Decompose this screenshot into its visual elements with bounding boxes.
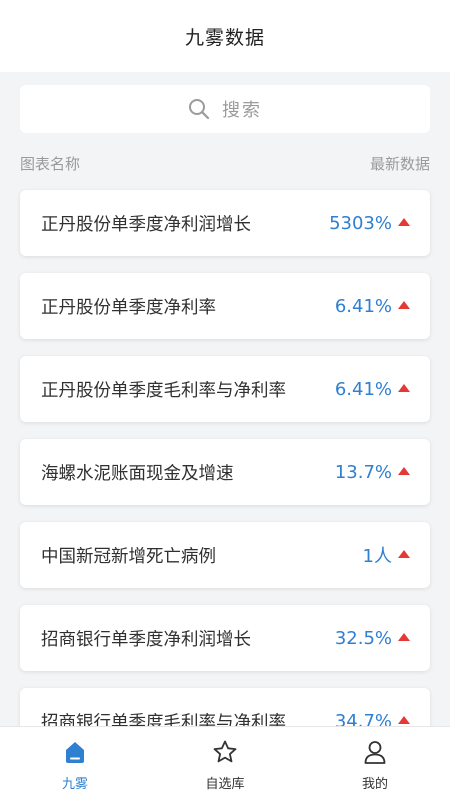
item-latest: 32.5% (335, 628, 410, 649)
tab-home[interactable]: 九雾 (0, 727, 150, 800)
item-value: 1人 (362, 546, 392, 567)
item-latest: 6.41% (335, 379, 410, 400)
search-placeholder: 搜索 (222, 100, 262, 121)
item-value: 6.41% (334, 378, 392, 400)
list-item[interactable]: 招商银行单季度毛利率与净利率 34.7% (20, 688, 430, 726)
tab-label: 我的 (361, 777, 388, 792)
item-name: 中国新冠新增死亡病例 (41, 546, 216, 567)
home-icon (62, 739, 88, 765)
app-header: 九雾数据 (0, 0, 450, 72)
item-latest: 13.7% (335, 462, 410, 483)
item-value: 32.5% (334, 627, 392, 649)
list-item[interactable]: 中国新冠新增死亡病例 1人 (20, 522, 430, 588)
user-icon (362, 739, 388, 765)
bottom-tab-bar: 九雾 自选库 我的 (0, 726, 450, 800)
trend-up-icon (398, 467, 410, 475)
item-name: 正丹股份单季度净利率 (41, 297, 216, 318)
chart-list: 正丹股份单季度净利润增长 5303% 正丹股份单季度净利率 6.41% 正丹股份… (20, 190, 430, 726)
trend-up-icon (398, 301, 410, 309)
item-name: 招商银行单季度净利润增长 (41, 629, 251, 650)
trend-up-icon (398, 633, 410, 641)
item-name: 海螺水泥账面现金及增速 (41, 463, 234, 484)
list-header: 图表名称 最新数据 (20, 152, 430, 174)
item-latest: 6.41% (335, 296, 410, 317)
item-value: 6.41% (334, 295, 392, 317)
trend-up-icon (398, 550, 410, 558)
item-name: 正丹股份单季度毛利率与净利率 (41, 380, 286, 401)
list-item[interactable]: 正丹股份单季度净利润增长 5303% (20, 190, 430, 256)
item-name: 正丹股份单季度净利润增长 (41, 214, 251, 235)
item-value: 5303% (329, 212, 392, 234)
item-latest: 34.7% (334, 710, 410, 727)
list-item[interactable]: 海螺水泥账面现金及增速 13.7% (20, 439, 430, 505)
tab-profile[interactable]: 我的 (300, 727, 450, 800)
search-bar[interactable]: 搜索 (20, 85, 430, 133)
search-icon (188, 98, 210, 120)
item-latest: 1人 (363, 542, 410, 568)
trend-up-icon (398, 384, 410, 392)
item-value: 13.7% (334, 461, 392, 483)
column-name-label: 图表名称 (20, 154, 81, 173)
trend-up-icon (398, 218, 410, 226)
tab-label: 自选库 (205, 777, 245, 792)
item-name: 招商银行单季度毛利率与净利率 (41, 712, 286, 727)
list-item[interactable]: 正丹股份单季度毛利率与净利率 6.41% (20, 356, 430, 422)
list-item[interactable]: 正丹股份单季度净利率 6.41% (20, 273, 430, 339)
item-value: 34.7% (334, 710, 392, 727)
main-content[interactable]: 搜索 图表名称 最新数据 正丹股份单季度净利润增长 5303% 正丹股份单季度净… (0, 72, 450, 726)
page-title: 九雾数据 (184, 26, 265, 49)
tab-watchlist[interactable]: 自选库 (150, 727, 300, 800)
trend-up-icon (398, 716, 410, 724)
list-item[interactable]: 招商银行单季度净利润增长 32.5% (20, 605, 430, 671)
column-latest-label: 最新数据 (369, 154, 430, 173)
star-icon (212, 739, 238, 765)
tab-label: 九雾 (61, 777, 88, 792)
item-latest: 5303% (329, 213, 410, 234)
